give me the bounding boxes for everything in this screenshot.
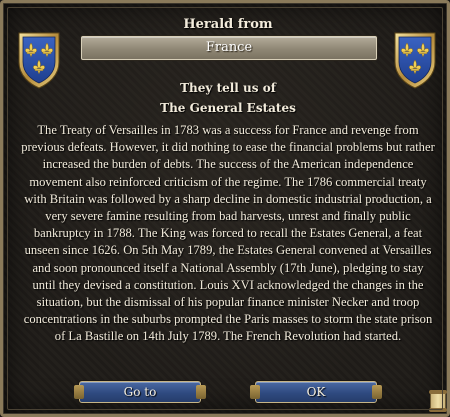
event-title: The General Estates (160, 101, 296, 115)
ok-button[interactable]: OK (250, 381, 382, 403)
country-name: France (205, 40, 253, 55)
scroll-icon[interactable] (429, 390, 447, 412)
herald-title: Herald from (183, 17, 273, 32)
ok-button-label: OK (306, 385, 326, 399)
go-to-button-label: Go to (123, 385, 157, 399)
lead-text: They tell us of (180, 81, 276, 95)
go-to-button[interactable]: Go to (74, 381, 206, 403)
event-dialog: Herald from France They tell us of The G… (0, 0, 450, 417)
country-banner: France (81, 36, 377, 60)
event-description: The Treaty of Versailles in 1783 was a s… (21, 123, 435, 344)
